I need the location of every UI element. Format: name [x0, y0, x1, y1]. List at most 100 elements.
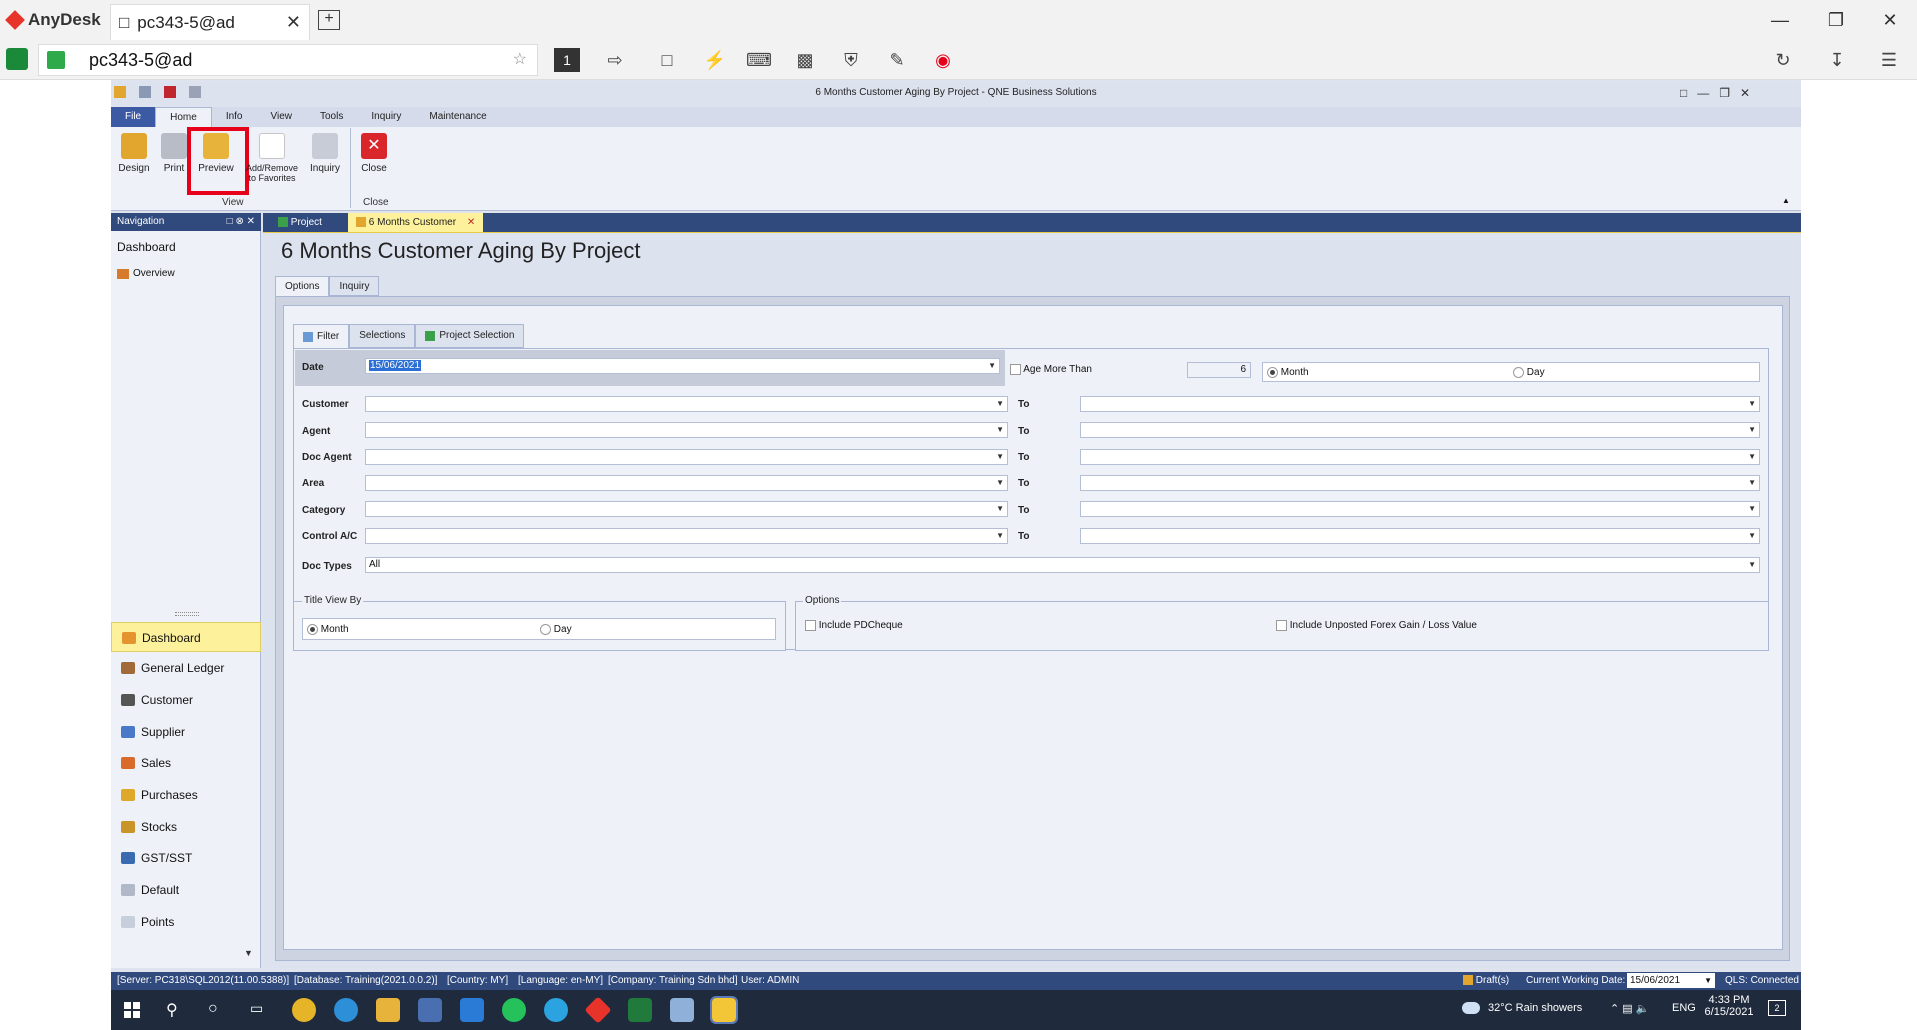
close-button[interactable]: ✕ Close	[352, 131, 396, 191]
age-unit-month[interactable]: Month	[1267, 366, 1309, 380]
notification-icon[interactable]: 2	[1768, 1000, 1786, 1016]
tab-filter[interactable]: Filter	[293, 324, 350, 348]
category-from-input[interactable]: ▼	[365, 501, 1008, 517]
session-tab[interactable]: □ pc343-5@ad ✕	[110, 4, 310, 40]
dropdown-arrow-icon[interactable]: ▼	[1748, 423, 1756, 437]
quick-access-toolbar[interactable]	[114, 86, 214, 100]
monitor-number-button[interactable]: 1	[554, 48, 580, 72]
menu-file[interactable]: File	[111, 107, 156, 127]
dropdown-arrow-icon[interactable]: ▼	[996, 476, 1004, 490]
tab-selections[interactable]: Selections	[349, 324, 416, 348]
file-explorer-icon[interactable]	[376, 998, 400, 1022]
inquiry-button[interactable]: Inquiry	[303, 131, 347, 191]
age-more-than-checkbox[interactable]: Age More Than	[1010, 364, 1092, 375]
dropdown-arrow-icon[interactable]: ▼	[1748, 450, 1756, 464]
chrome-icon[interactable]	[292, 998, 316, 1022]
agent-from-input[interactable]: ▼	[365, 422, 1008, 438]
nav-item-dashboard[interactable]: Dashboard	[111, 622, 261, 652]
input-language[interactable]: ENG	[1672, 1002, 1696, 1014]
menu-maintenance[interactable]: Maintenance	[415, 107, 500, 127]
doc-types-input[interactable]: All ▼	[365, 557, 1760, 573]
nav-item-general-ledger[interactable]: General Ledger	[111, 653, 261, 683]
dropdown-arrow-icon[interactable]: ▼	[1748, 529, 1756, 543]
category-to-input[interactable]: ▼	[1080, 501, 1760, 517]
design-button[interactable]: Design	[112, 131, 156, 191]
qne-taskbar-icon[interactable]	[710, 996, 738, 1024]
pdf-icon[interactable]	[164, 86, 177, 98]
nav-more-chevron-icon[interactable]: ▼	[244, 948, 253, 958]
menu-home[interactable]: Home	[155, 107, 212, 127]
status-drafts[interactable]: Draft(s)	[1463, 972, 1509, 990]
minimize-icon[interactable]: —	[1760, 6, 1800, 34]
control-ac-from-input[interactable]: ▼	[365, 528, 1008, 544]
tab-inquiry[interactable]: Inquiry	[329, 276, 380, 296]
store-icon[interactable]	[418, 998, 442, 1022]
include-pdcheque-checkbox[interactable]: Include PDCheque	[805, 620, 903, 631]
search-icon[interactable]: ⚲	[166, 1000, 178, 1020]
title-view-day[interactable]: Day	[540, 623, 572, 637]
close-doc-tab-icon[interactable]: ✕	[467, 217, 475, 228]
title-view-month[interactable]: Month	[307, 623, 349, 637]
month-radio[interactable]	[1267, 366, 1278, 378]
new-icon[interactable]	[139, 86, 152, 98]
tray-icons[interactable]: ⌃ ▤ 🔈	[1610, 1002, 1649, 1015]
nav-item-sales[interactable]: Sales	[111, 748, 261, 778]
dropdown-arrow-icon[interactable]: ▼	[996, 529, 1004, 543]
age-value-input[interactable]: 6	[1187, 362, 1251, 378]
whiteboard-icon[interactable]: ✎	[882, 46, 912, 74]
customer-to-input[interactable]: ▼	[1080, 396, 1760, 412]
whatsapp-icon[interactable]	[502, 998, 526, 1022]
restore-icon[interactable]: ❐	[1816, 6, 1856, 34]
edge-icon[interactable]	[334, 998, 358, 1022]
mail-icon[interactable]	[460, 998, 484, 1022]
date-input[interactable]: 15/06/2021 ▼	[365, 358, 1000, 374]
dropdown-arrow-icon[interactable]: ▼	[988, 359, 996, 373]
close-window-icon[interactable]: ✕	[1870, 6, 1910, 34]
include-pdcheque-check[interactable]	[805, 620, 816, 631]
day-radio[interactable]	[1513, 366, 1524, 378]
include-unposted-check[interactable]	[1276, 620, 1287, 631]
collapse-ribbon-icon[interactable]: ▲	[1782, 196, 1790, 205]
keyboard-icon[interactable]: ⌨	[744, 46, 774, 74]
nav-item-purchases[interactable]: Purchases	[111, 780, 261, 810]
actions-icon[interactable]: ⚡	[700, 46, 730, 74]
tab-options[interactable]: Options	[275, 276, 330, 296]
doc-agent-from-input[interactable]: ▼	[365, 449, 1008, 465]
age-unit-day[interactable]: Day	[1513, 366, 1545, 380]
chat-icon[interactable]: □	[652, 46, 682, 74]
nav-pin-close-icons[interactable]: □ ⊗ ✕	[227, 213, 255, 231]
dropdown-arrow-icon[interactable]: ▼	[996, 397, 1004, 411]
record-icon[interactable]: ◉	[928, 46, 958, 74]
task-view-icon[interactable]: ▭	[250, 1000, 263, 1017]
notes-icon[interactable]	[670, 998, 694, 1022]
nav-item-supplier[interactable]: Supplier	[111, 717, 261, 747]
age-more-than-check[interactable]	[1010, 364, 1021, 375]
menu-inquiry[interactable]: Inquiry	[357, 107, 415, 127]
cwd-input[interactable]: 15/06/2021 ▼	[1627, 973, 1715, 988]
download-icon[interactable]: ↧	[1822, 46, 1852, 74]
nav-item-points[interactable]: Points	[111, 907, 261, 937]
customer-from-input[interactable]: ▼	[365, 396, 1008, 412]
dropdown-arrow-icon[interactable]: ▼	[1704, 973, 1712, 988]
telegram-icon[interactable]	[544, 998, 568, 1022]
agent-to-input[interactable]: ▼	[1080, 422, 1760, 438]
dropdown-arrow-icon[interactable]: ▼	[1748, 397, 1756, 411]
cortana-icon[interactable]: ○	[208, 1000, 218, 1018]
history-icon[interactable]: ↻	[1768, 46, 1798, 74]
doc-tab-project[interactable]: Project	[270, 213, 330, 233]
menu-info[interactable]: Info	[212, 107, 257, 127]
dropdown-arrow-icon[interactable]: ▼	[1748, 476, 1756, 490]
title-day-radio[interactable]	[540, 623, 551, 635]
dropdown-arrow-icon[interactable]: ▼	[996, 450, 1004, 464]
title-month-radio[interactable]	[307, 623, 318, 635]
nav-item-gst-sst[interactable]: GST/SST	[111, 843, 261, 873]
nav-item-customer[interactable]: Customer	[111, 685, 261, 715]
excel-icon[interactable]	[628, 998, 652, 1022]
favorite-star-icon[interactable]: ☆	[513, 49, 527, 69]
area-from-input[interactable]: ▼	[365, 475, 1008, 491]
tab-project-selection[interactable]: Project Selection	[415, 324, 525, 348]
doc-agent-to-input[interactable]: ▼	[1080, 449, 1760, 465]
nav-item-default[interactable]: Default	[111, 875, 261, 905]
dropdown-arrow-icon[interactable]: ▼	[1748, 502, 1756, 516]
close-tab-icon[interactable]: ✕	[286, 12, 301, 33]
